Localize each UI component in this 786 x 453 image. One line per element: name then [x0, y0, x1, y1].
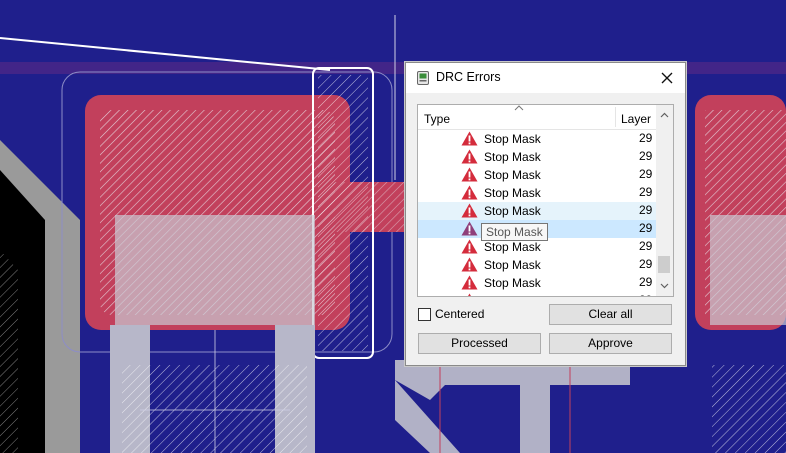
column-header-layer[interactable]: Layer: [621, 112, 651, 126]
dialog-titlebar[interactable]: DRC Errors: [406, 63, 685, 93]
column-divider[interactable]: [615, 107, 616, 127]
list-item[interactable]: Stop Mask 29: [418, 184, 656, 202]
warning-icon: [461, 221, 478, 236]
list-item[interactable]: Stop Mask 29: [418, 274, 656, 292]
list-item-type: Stop Mask: [484, 276, 541, 290]
dialog-title: DRC Errors: [436, 70, 501, 84]
scroll-up-icon[interactable]: [660, 111, 669, 120]
warning-icon: [461, 275, 478, 290]
list-item-layer: 29: [639, 149, 653, 163]
list-item-layer: 29: [639, 275, 653, 289]
list-item[interactable]: Stop Mask 29: [418, 130, 656, 148]
warning-icon: [461, 257, 478, 272]
list-item-layer: 29: [639, 203, 653, 217]
list-item-type: Stop Mask: [484, 168, 541, 182]
vertical-scrollbar[interactable]: [656, 105, 673, 296]
list-item[interactable]: Stop Mask 29: [418, 166, 656, 184]
list-header: Type Layer: [418, 105, 656, 130]
column-header-type[interactable]: Type: [424, 112, 450, 126]
list-item-layer: 29: [639, 185, 653, 199]
list-item-type: Stop Mask: [484, 186, 541, 200]
tooltip: Stop Mask: [481, 223, 548, 241]
approve-button[interactable]: Approve: [549, 333, 672, 354]
list-item[interactable]: Stop Mask 29: [418, 256, 656, 274]
warning-icon: [461, 167, 478, 182]
list-item-layer: 29: [639, 167, 653, 181]
sort-ascending-icon: [514, 105, 524, 111]
centered-checkbox[interactable]: [418, 308, 431, 321]
warning-icon: [461, 131, 478, 146]
drc-errors-dialog: DRC Errors Type Layer Stop Mask 29 Stop Ma…: [405, 62, 686, 366]
close-icon[interactable]: [658, 69, 676, 87]
list-item[interactable]: Stop Mask 29: [418, 202, 656, 220]
scroll-down-icon[interactable]: [660, 281, 669, 290]
list-item[interactable]: Stop Mask 29: [418, 148, 656, 166]
warning-icon: [461, 185, 478, 200]
list-item-layer: 29: [639, 239, 653, 253]
error-list[interactable]: Type Layer Stop Mask 29 Stop Mask 29 Stop Ma…: [417, 104, 674, 297]
warning-icon: [461, 239, 478, 254]
list-item-type: Stop Mask: [484, 132, 541, 146]
warning-icon: [468, 293, 471, 296]
list-item-type: Stop Mask: [484, 258, 541, 272]
warning-icon: [461, 203, 478, 218]
list-item-layer: 29: [639, 131, 653, 145]
list-item-layer: 29: [639, 221, 653, 235]
app-icon: [417, 71, 429, 85]
centered-label[interactable]: Centered: [435, 307, 484, 321]
list-item[interactable]: 29: [418, 292, 656, 296]
list-item-type: Stop Mask: [484, 204, 541, 218]
clear-all-button[interactable]: Clear all: [549, 304, 672, 325]
list-item-type: Stop Mask: [484, 240, 541, 254]
list-item-layer: 29: [639, 257, 653, 271]
list-item-layer: 29: [639, 293, 652, 296]
list-item-type: Stop Mask: [484, 150, 541, 164]
scrollbar-thumb[interactable]: [658, 256, 670, 273]
processed-button[interactable]: Processed: [418, 333, 541, 354]
warning-icon: [461, 149, 478, 164]
